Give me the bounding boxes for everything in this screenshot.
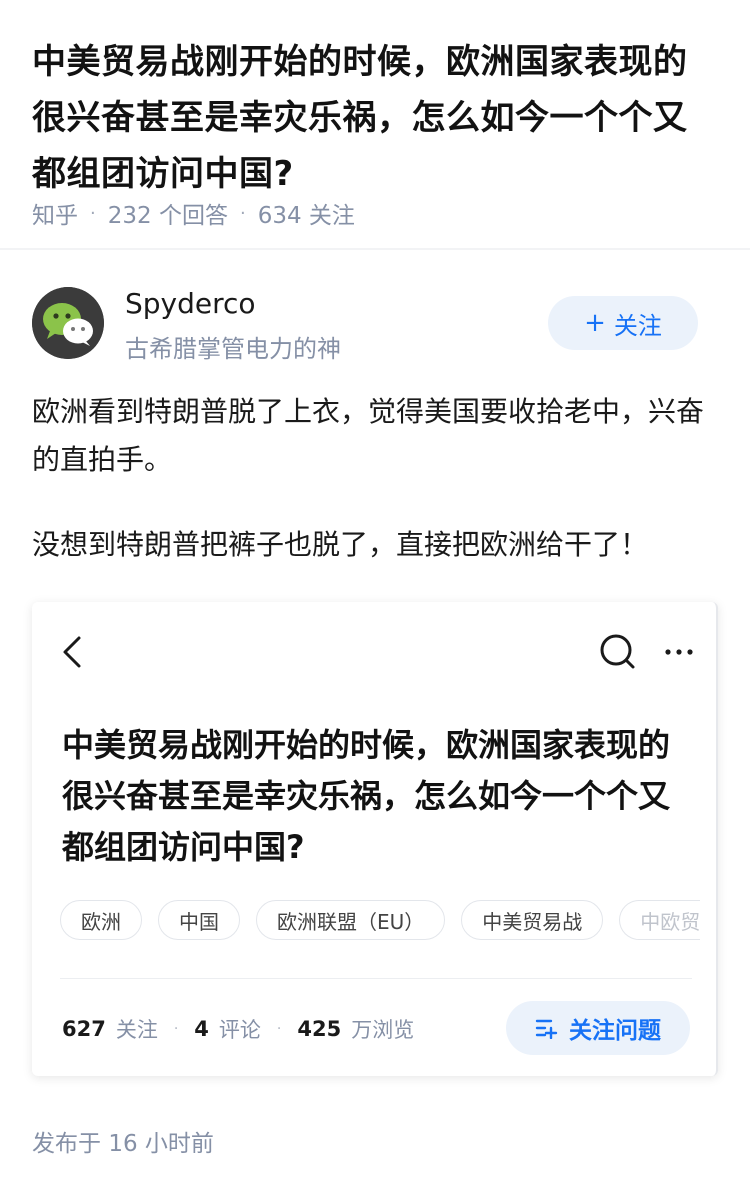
- search-icon[interactable]: [598, 632, 638, 672]
- author-row: Spyderco 古希腊掌管电力的神 + 关注: [32, 287, 718, 363]
- follows-count: 634 关注: [257, 203, 355, 229]
- card-views-count: 425: [297, 1017, 342, 1041]
- stats-separator: ·: [173, 1021, 179, 1037]
- topic-tag[interactable]: 中美贸易战: [461, 900, 604, 940]
- question-card[interactable]: 中美贸易战刚开始的时候，欧洲国家表现的很兴奋甚至是幸灾乐祸，怎么如今一个个又都组…: [32, 602, 718, 1076]
- topic-tag[interactable]: 欧洲联盟（EU）: [256, 900, 446, 940]
- card-stats: 627 关注 · 4 评论 · 425 万浏览: [62, 1014, 414, 1044]
- follow-author-button[interactable]: + 关注: [548, 296, 698, 350]
- topic-tags: 欧洲 中国 欧洲联盟（EU） 中美贸易战 中欧贸: [60, 900, 716, 940]
- divider: [60, 978, 692, 979]
- plus-icon: +: [584, 308, 606, 338]
- card-follows-count: 627: [62, 1017, 106, 1041]
- card-views-label: 万浏览: [351, 1018, 415, 1042]
- answers-count[interactable]: 232 个回答: [108, 196, 228, 230]
- topic-tag[interactable]: 中国: [158, 900, 240, 940]
- publish-time: 发布于 16 小时前: [32, 1131, 214, 1157]
- topic-tag[interactable]: 中欧贸: [619, 900, 701, 940]
- question-title[interactable]: 中美贸易战刚开始的时候，欧洲国家表现的很兴奋甚至是幸灾乐祸，怎么如今一个个又都组…: [32, 34, 718, 202]
- question-meta: 知乎 · 232 个回答 · 634 关注: [32, 196, 355, 230]
- back-icon[interactable]: [58, 632, 88, 672]
- topic-tag[interactable]: 欧洲: [60, 900, 142, 940]
- avatar[interactable]: [32, 287, 104, 359]
- follow-question-button[interactable]: 关注问题: [506, 1001, 690, 1055]
- stats-separator: ·: [276, 1021, 282, 1037]
- list-add-icon: [535, 1019, 558, 1039]
- follow-question-label: 关注问题: [569, 1018, 661, 1044]
- source-label[interactable]: 知乎: [32, 196, 78, 230]
- answer-paragraph: 没想到特朗普把裤子也脱了，直接把欧洲给干了！: [32, 528, 649, 561]
- answer-paragraph: 欧洲看到特朗普脱了上衣，觉得美国要收拾老中，兴奋的直拍手。: [32, 395, 705, 476]
- question-header: 中美贸易战刚开始的时候，欧洲国家表现的很兴奋甚至是幸灾乐祸，怎么如今一个个又都组…: [0, 0, 750, 250]
- follow-author-label: 关注: [613, 311, 662, 340]
- author-name[interactable]: Spyderco: [125, 287, 256, 320]
- card-comments-count: 4: [194, 1017, 209, 1041]
- meta-separator: ·: [239, 202, 246, 224]
- author-subtitle: 古希腊掌管电力的神: [125, 335, 341, 363]
- card-comments-label[interactable]: 评论: [219, 1014, 261, 1044]
- answer-body: 欧洲看到特朗普脱了上衣，觉得美国要收拾老中，兴奋的直拍手。 没想到特朗普把裤子也…: [32, 388, 722, 569]
- card-question-title[interactable]: 中美贸易战刚开始的时候，欧洲国家表现的很兴奋甚至是幸灾乐祸，怎么如今一个个又都组…: [62, 720, 692, 873]
- meta-separator: ·: [90, 202, 96, 224]
- wechat-icon: [32, 287, 104, 359]
- card-follows-label: 关注: [115, 1018, 158, 1042]
- more-icon[interactable]: [662, 632, 698, 672]
